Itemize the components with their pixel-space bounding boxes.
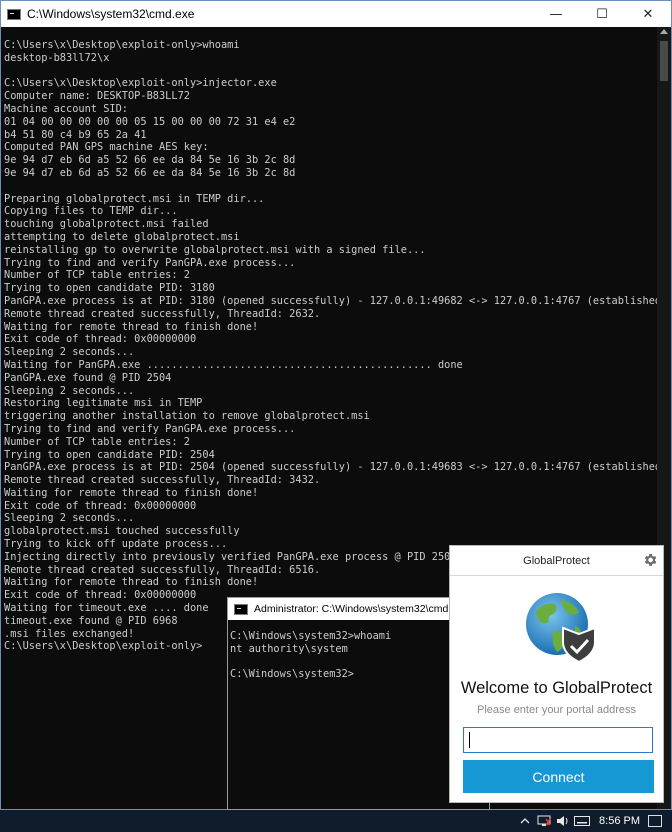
notification-icon[interactable] bbox=[648, 815, 662, 827]
portal-address-input[interactable] bbox=[463, 727, 653, 753]
window-controls: — ☐ ✕ bbox=[533, 1, 671, 27]
text-caret bbox=[469, 732, 470, 748]
chevron-up-icon[interactable] bbox=[517, 813, 533, 829]
globalprotect-panel[interactable]: GlobalProtect Welcome to GlobalProtect P… bbox=[449, 545, 664, 803]
portal-prompt: Please enter your portal address bbox=[477, 704, 636, 716]
cmd-window-title: C:\Windows\system32\cmd.exe bbox=[27, 7, 195, 21]
gear-icon[interactable] bbox=[642, 552, 658, 568]
taskbar: 8:56 PM bbox=[0, 810, 672, 832]
scroll-up-icon[interactable] bbox=[660, 29, 668, 34]
scroll-thumb[interactable] bbox=[660, 41, 668, 81]
volume-icon[interactable] bbox=[555, 813, 571, 829]
globalprotect-header: GlobalProtect bbox=[450, 546, 663, 576]
minimize-button[interactable]: — bbox=[533, 1, 579, 27]
cmd-app-icon bbox=[7, 8, 21, 20]
taskbar-clock[interactable]: 8:56 PM bbox=[599, 815, 640, 827]
welcome-heading: Welcome to GlobalProtect bbox=[460, 679, 653, 697]
connect-button[interactable]: Connect bbox=[463, 760, 654, 793]
system-tray: 8:56 PM bbox=[517, 810, 672, 832]
network-icon[interactable] bbox=[536, 813, 552, 829]
globalprotect-title: GlobalProtect bbox=[523, 554, 590, 567]
cmd-titlebar[interactable]: C:\Windows\system32\cmd.exe — ☐ ✕ bbox=[1, 1, 671, 27]
maximize-button[interactable]: ☐ bbox=[579, 1, 625, 27]
keyboard-icon[interactable] bbox=[574, 813, 591, 829]
admin-cmd-app-icon bbox=[234, 603, 248, 615]
admin-cmd-window-title: Administrator: C:\Windows\system32\cmd.e… bbox=[254, 603, 469, 615]
globe-shield-icon bbox=[526, 593, 596, 664]
close-button[interactable]: ✕ bbox=[625, 1, 671, 27]
